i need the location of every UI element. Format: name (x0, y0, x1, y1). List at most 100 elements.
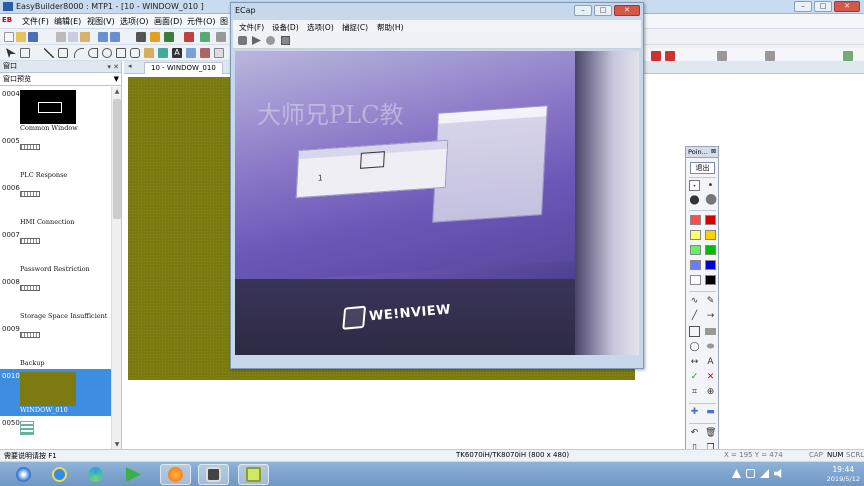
tab-scroll-icon[interactable]: ◂ (128, 62, 132, 70)
taskbar-ie[interactable] (44, 464, 75, 485)
help-icon[interactable] (150, 32, 160, 42)
color-swatch-green[interactable] (705, 245, 716, 255)
start-button[interactable] (8, 464, 39, 485)
ecap-menu-capture[interactable]: 捕捉(C) (342, 22, 368, 33)
crop-icon[interactable]: ⌗ (689, 387, 700, 398)
bitmap-icon[interactable] (144, 48, 154, 58)
cross-icon[interactable]: ✕ (705, 372, 716, 383)
zoom-in-icon[interactable]: ✚ (689, 407, 700, 418)
frame-select-icon[interactable] (20, 48, 30, 58)
snapshot-icon[interactable] (281, 36, 290, 45)
line-tool-icon[interactable]: ╱ (689, 311, 700, 322)
taskbar-orange-app[interactable] (160, 464, 191, 485)
window-item-0007[interactable]: 0007 Password Restriction (0, 228, 111, 275)
ecap-menu-options[interactable]: 选项(O) (307, 22, 334, 33)
window-item-0006[interactable]: 0006 HMI Connection (0, 181, 111, 228)
menu-edit[interactable]: 编辑(E) (54, 16, 81, 27)
palette-close-icon[interactable]: ⊠ (711, 147, 716, 157)
color-swatch-white[interactable] (690, 275, 701, 285)
text-icon[interactable]: A (172, 48, 182, 58)
ellipse-tool-icon[interactable]: ◯ (689, 342, 700, 353)
window-item-0008[interactable]: 0008 Storage Space Insufficient (0, 275, 111, 322)
filled-rect-tool-icon[interactable] (705, 328, 716, 335)
camera-icon[interactable] (238, 36, 247, 45)
cut-icon[interactable] (56, 32, 66, 42)
taskbar-camera[interactable] (198, 464, 229, 485)
rect-tool-icon[interactable] (689, 326, 700, 337)
color-swatch-red[interactable] (705, 215, 716, 225)
color-swatch-blue[interactable] (705, 260, 716, 270)
window-item-0004[interactable]: 0004 Common Window (0, 87, 111, 134)
clock[interactable]: 19:44 2019/5/12 (827, 465, 860, 483)
filled-ellipse-tool-icon[interactable]: ⬬ (705, 342, 716, 353)
polyline-icon[interactable] (58, 48, 68, 58)
menu-screen[interactable]: 画面(D) (154, 16, 182, 27)
highlighter-icon[interactable]: ✎ (705, 296, 716, 307)
close-button[interactable]: ✕ (834, 1, 860, 12)
menu-object[interactable]: 元件(O) (187, 16, 216, 27)
play-icon[interactable] (252, 36, 261, 45)
paste-icon[interactable] (80, 32, 90, 42)
check-icon[interactable]: ✓ (689, 372, 700, 383)
color-swatch-light-yellow[interactable] (690, 230, 701, 240)
window-item-0005[interactable]: 0005 PLC Response (0, 134, 111, 181)
double-arrow-icon[interactable]: ↔ (689, 357, 700, 368)
color-swatch-light-green[interactable] (690, 245, 701, 255)
download-icon[interactable] (184, 32, 194, 42)
window-item-0050[interactable]: 0050 (0, 416, 111, 449)
tab-window-010[interactable]: 10 - WINDOW_010 (144, 62, 223, 74)
ecap-close-button[interactable]: ✕ (614, 5, 640, 16)
freehand-icon[interactable]: ∿ (689, 296, 700, 307)
open-icon[interactable] (16, 32, 26, 42)
menu-more[interactable]: 图 (220, 16, 228, 27)
network-icon[interactable] (760, 469, 769, 478)
volume-icon[interactable] (774, 469, 782, 478)
save-icon[interactable] (28, 32, 38, 42)
taskbar-360[interactable] (80, 464, 111, 485)
battery-icon[interactable] (746, 469, 755, 478)
compile-icon[interactable] (164, 32, 174, 42)
color-swatch-light-red[interactable] (690, 215, 701, 225)
scroll-down-icon[interactable]: ▼ (113, 441, 121, 448)
ecap-menu-device[interactable]: 设备(D) (272, 22, 299, 33)
half-circle-icon[interactable] (88, 48, 98, 58)
right-tool-icon-1[interactable] (651, 51, 661, 61)
grid-icon[interactable] (214, 48, 224, 58)
redo-icon[interactable] (110, 32, 120, 42)
ecap-menu-file[interactable]: 文件(F) (239, 22, 264, 33)
panel-view-select[interactable]: 窗口预览 ▼ (0, 73, 121, 86)
panel-close-icon[interactable]: ▾ ✕ (107, 62, 119, 73)
ecap-minimize-button[interactable]: – (574, 5, 592, 16)
arc-icon[interactable] (74, 48, 84, 58)
rectangle-icon[interactable] (116, 48, 126, 58)
scrollbar-thumb[interactable] (113, 99, 121, 219)
zoom-out-icon[interactable]: ▬ (705, 407, 716, 418)
line-icon[interactable] (44, 48, 54, 58)
right-tool-icon-5[interactable] (843, 51, 853, 61)
new-icon[interactable] (4, 32, 14, 42)
pen-size-large-icon[interactable]: ● (689, 193, 700, 205)
pen-size-xlarge-icon[interactable]: ● (705, 192, 717, 206)
menu-options[interactable]: 选项(O) (120, 16, 149, 27)
flag-icon[interactable] (732, 469, 741, 478)
right-tool-icon-3[interactable] (717, 51, 727, 61)
taskbar-media[interactable] (118, 464, 149, 485)
more-tools-icon[interactable] (216, 32, 226, 42)
table-icon[interactable] (186, 48, 196, 58)
undo-icon[interactable]: ↶ (689, 428, 700, 439)
palette-exit-button[interactable]: 退出 (690, 162, 715, 174)
ecap-maximize-button[interactable]: □ (594, 5, 612, 16)
taskbar-ecap[interactable] (238, 464, 269, 485)
select-pointer-icon[interactable] (6, 48, 16, 58)
window-item-0010[interactable]: 0010 WINDOW_010 (0, 369, 111, 416)
window-item-0009[interactable]: 0009 Backup (0, 322, 111, 369)
print-icon[interactable] (136, 32, 146, 42)
circle-icon[interactable] (102, 48, 112, 58)
record-icon[interactable] (266, 36, 275, 45)
zoom-icon[interactable]: ⊕ (705, 387, 716, 398)
color-swatch-light-blue[interactable] (690, 260, 701, 270)
menu-view[interactable]: 视图(V) (87, 16, 115, 27)
scroll-up-icon[interactable]: ▲ (113, 88, 121, 95)
minimize-button[interactable]: – (794, 1, 812, 12)
simulate-icon[interactable] (200, 32, 210, 42)
